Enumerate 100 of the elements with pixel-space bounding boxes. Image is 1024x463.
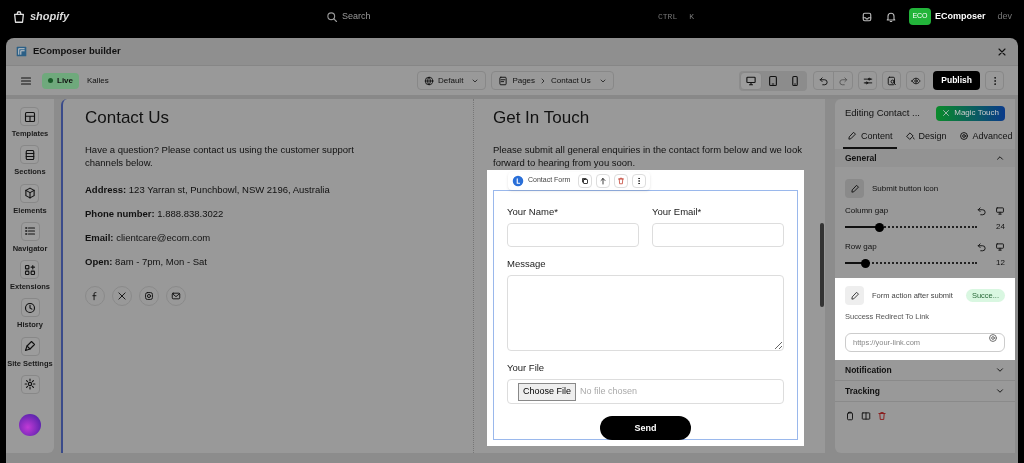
contact-detail: Email: clientcare@ecom.com — [85, 231, 212, 245]
file-status: No file chosen — [580, 385, 638, 398]
contact-detail: Phone number: 1.888.838.3022 — [85, 206, 225, 221]
sidebar-button[interactable] — [20, 145, 40, 165]
sparkle-icon — [942, 109, 951, 117]
globe-icon — [424, 75, 434, 86]
bell-icon — [884, 10, 897, 23]
app-logo-icon — [16, 46, 27, 57]
sidebar-button[interactable] — [20, 336, 40, 356]
settings-icon — [958, 131, 969, 142]
slider-label: Column gap — [845, 205, 889, 217]
slider-value: 12 — [995, 257, 1005, 269]
trash-icon — [877, 411, 887, 422]
desktop-icon — [995, 206, 1005, 216]
menu-icon — [20, 74, 32, 87]
chevron-up-icon — [995, 153, 1005, 163]
search-field[interactable]: Search CTRL K — [322, 5, 702, 28]
form-heading: Get In Touch — [493, 107, 591, 129]
page-icon — [498, 75, 509, 86]
slider-track[interactable] — [845, 223, 977, 231]
more-button[interactable] — [985, 71, 1004, 90]
field-label: Message — [507, 256, 547, 271]
search-icon — [326, 10, 338, 23]
field-label: Your Name* — [507, 204, 559, 219]
delete-button[interactable] — [614, 173, 629, 188]
arrow-up-icon — [599, 176, 608, 185]
file-field[interactable]: Choose File No file chosen — [507, 379, 784, 405]
store-suffix: dev — [997, 9, 1012, 23]
shortcut-key: K — [685, 10, 698, 23]
cube-icon — [24, 187, 36, 199]
apps-icon — [24, 263, 36, 276]
paint-bucket-icon — [904, 131, 915, 142]
page-heading: Contact Us — [85, 107, 171, 129]
brand-logo-text: shopify — [30, 9, 70, 25]
window-title: EComposer builder — [33, 44, 122, 59]
search-page-icon — [886, 75, 897, 86]
menu-button[interactable] — [20, 74, 32, 87]
shopping-bag-icon — [12, 9, 26, 24]
field-label: Your File — [507, 361, 546, 375]
preview-search-button[interactable] — [882, 71, 902, 90]
sidebar-button[interactable] — [20, 260, 40, 279]
slider-track[interactable] — [845, 259, 977, 267]
assistant-orb[interactable] — [19, 413, 41, 436]
message-field[interactable] — [507, 275, 784, 351]
icon-picker[interactable] — [845, 179, 864, 198]
sidebar-button[interactable] — [20, 221, 40, 241]
panel-title: Editing Contact ... — [845, 105, 920, 120]
text-field[interactable] — [652, 222, 784, 247]
publish-button[interactable]: Publish — [933, 71, 980, 90]
redo-icon — [838, 75, 849, 86]
slider-label: Row gap — [845, 241, 877, 253]
shortcut-key: CTRL — [654, 10, 682, 23]
section-header[interactable]: Notification — [835, 360, 1015, 382]
pencil-icon — [849, 290, 860, 301]
section-header[interactable]: Tracking — [835, 381, 1015, 403]
clipboard-icon — [845, 411, 855, 422]
list-icon — [24, 225, 36, 238]
settings-icon — [24, 378, 36, 391]
slider-value: 24 — [995, 221, 1005, 233]
send-button[interactable]: Send — [600, 416, 691, 441]
text-field[interactable] — [507, 222, 639, 247]
magic-touch-button[interactable]: Magic Touch — [936, 105, 1005, 121]
facebook-icon — [90, 290, 100, 301]
sliders-button[interactable] — [858, 71, 878, 90]
undo-icon — [977, 206, 987, 216]
element-badge-icon — [512, 174, 524, 187]
sliders-icon — [862, 75, 873, 86]
duplicate-button[interactable] — [578, 173, 593, 188]
choose-file-button[interactable]: Choose File — [518, 383, 577, 401]
sidebar-button[interactable] — [20, 107, 40, 126]
slider-thumb[interactable] — [875, 222, 885, 232]
panel-tab[interactable]: Design — [900, 129, 951, 149]
preview-button[interactable] — [906, 71, 926, 90]
book-icon — [861, 411, 871, 422]
scrollbar-thumb[interactable] — [819, 223, 824, 307]
panel-tab[interactable]: Advanced — [954, 129, 1017, 149]
live-badge: Live — [42, 72, 79, 89]
x-logo-icon — [117, 290, 127, 301]
sidebar-button[interactable] — [20, 298, 40, 318]
desktop-icon — [995, 242, 1005, 252]
inbox-icon — [860, 10, 873, 23]
form-intro-text: Please submit all general enquiries in the contact form below and we look forward to hearing from you soon. — [493, 142, 803, 169]
camera-icon — [144, 290, 154, 301]
settings-icon — [988, 333, 998, 344]
copy-icon — [581, 176, 590, 185]
trash-icon — [617, 176, 626, 185]
theme-dropdown[interactable]: Default — [417, 71, 487, 90]
sidebar-button[interactable] — [20, 374, 40, 394]
slider-thumb[interactable] — [860, 258, 870, 268]
tablet-icon — [767, 74, 780, 87]
device-button[interactable] — [740, 71, 763, 90]
icon-picker[interactable] — [845, 286, 864, 305]
clock-icon — [24, 301, 36, 314]
undo-icon — [977, 242, 987, 252]
pencil-icon — [849, 183, 860, 194]
contact-detail: Open: 8am - 7pm, Mon - Sat — [85, 255, 208, 270]
section-header[interactable]: General — [835, 149, 1015, 167]
page-dropdown[interactable]: Pages Contact Us — [491, 71, 614, 90]
sidebar-button[interactable] — [20, 183, 40, 203]
store-name: EComposer — [934, 9, 986, 23]
